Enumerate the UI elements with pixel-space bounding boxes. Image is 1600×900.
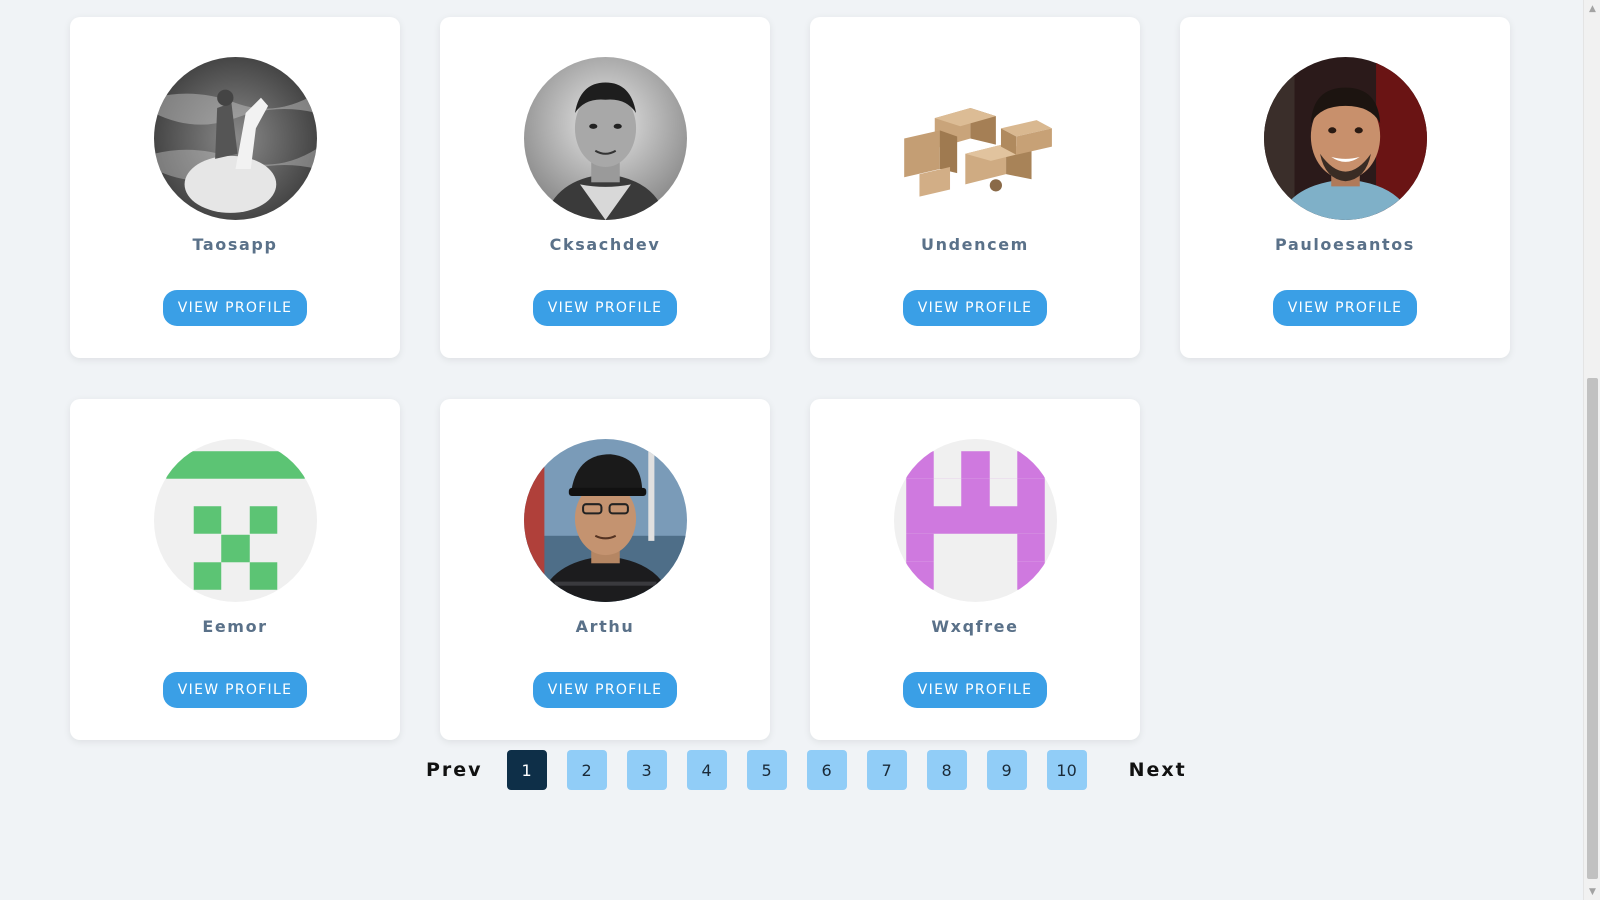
page-button-9[interactable]: 9	[986, 750, 1027, 790]
profile-name: Cksachdev	[549, 235, 661, 254]
scroll-down-arrow-icon[interactable]: ▼	[1584, 883, 1600, 900]
view-profile-button[interactable]: VIEW PROFILE	[162, 290, 308, 326]
profile-card: Taosapp VIEW PROFILE	[70, 17, 400, 358]
profile-card: Wxqfree VIEW PROFILE	[810, 399, 1140, 740]
avatar-photo-portrait-gray	[523, 57, 687, 220]
avatar	[893, 439, 1057, 602]
page-button-1[interactable]: 1	[506, 750, 547, 790]
profile-card: Cksachdev VIEW PROFILE	[440, 17, 770, 358]
page-button-6[interactable]: 6	[806, 750, 847, 790]
profile-card: Arthu VIEW PROFILE	[440, 399, 770, 740]
avatar	[893, 57, 1057, 220]
avatar	[153, 439, 317, 602]
scrollbar-thumb[interactable]	[1587, 378, 1598, 879]
identicon-purple	[893, 439, 1057, 602]
vertical-scrollbar[interactable]: ▲ ▼	[1583, 0, 1600, 900]
pagination: Prev 1 2 3 4 5 6 7 8 9 10 Next	[426, 750, 1187, 790]
profile-card: Eemor VIEW PROFILE	[70, 399, 400, 740]
page-button-2[interactable]: 2	[566, 750, 607, 790]
view-profile-button[interactable]: VIEW PROFILE	[532, 672, 678, 708]
avatar-photo-rider	[153, 57, 317, 220]
profile-card: Pauloesantos VIEW PROFILE	[1180, 17, 1510, 358]
scroll-up-arrow-icon[interactable]: ▲	[1584, 0, 1600, 17]
page-button-5[interactable]: 5	[746, 750, 787, 790]
avatar	[523, 57, 687, 220]
prev-page-link[interactable]: Prev	[426, 759, 483, 781]
avatar-photo-man-cap	[523, 439, 687, 602]
profile-name: Taosapp	[192, 235, 278, 254]
page-button-7[interactable]: 7	[866, 750, 907, 790]
avatar-photo-boxes	[893, 57, 1057, 220]
page-button-8[interactable]: 8	[926, 750, 967, 790]
avatar	[523, 439, 687, 602]
next-page-link[interactable]: Next	[1129, 759, 1187, 781]
avatar	[153, 57, 317, 220]
identicon-green	[153, 439, 317, 602]
avatar-photo-portrait-color	[1263, 57, 1427, 220]
profile-name: Arthu	[575, 617, 635, 636]
view-profile-button[interactable]: VIEW PROFILE	[162, 672, 308, 708]
profile-name: Wxqfree	[931, 617, 1019, 636]
profile-name: Pauloesantos	[1275, 235, 1415, 254]
page-button-3[interactable]: 3	[626, 750, 667, 790]
avatar	[1263, 57, 1427, 220]
profile-name: Undencem	[921, 235, 1029, 254]
view-profile-button[interactable]: VIEW PROFILE	[532, 290, 678, 326]
view-profile-button[interactable]: VIEW PROFILE	[902, 290, 1048, 326]
view-profile-button[interactable]: VIEW PROFILE	[1272, 290, 1418, 326]
profile-grid: Taosapp VIEW PROFILE Cksachdev VIEW PROF…	[70, 17, 1510, 740]
view-profile-button[interactable]: VIEW PROFILE	[902, 672, 1048, 708]
profile-card: Undencem VIEW PROFILE	[810, 17, 1140, 358]
page-button-4[interactable]: 4	[686, 750, 727, 790]
profile-name: Eemor	[202, 617, 268, 636]
page-button-10[interactable]: 10	[1046, 750, 1087, 790]
